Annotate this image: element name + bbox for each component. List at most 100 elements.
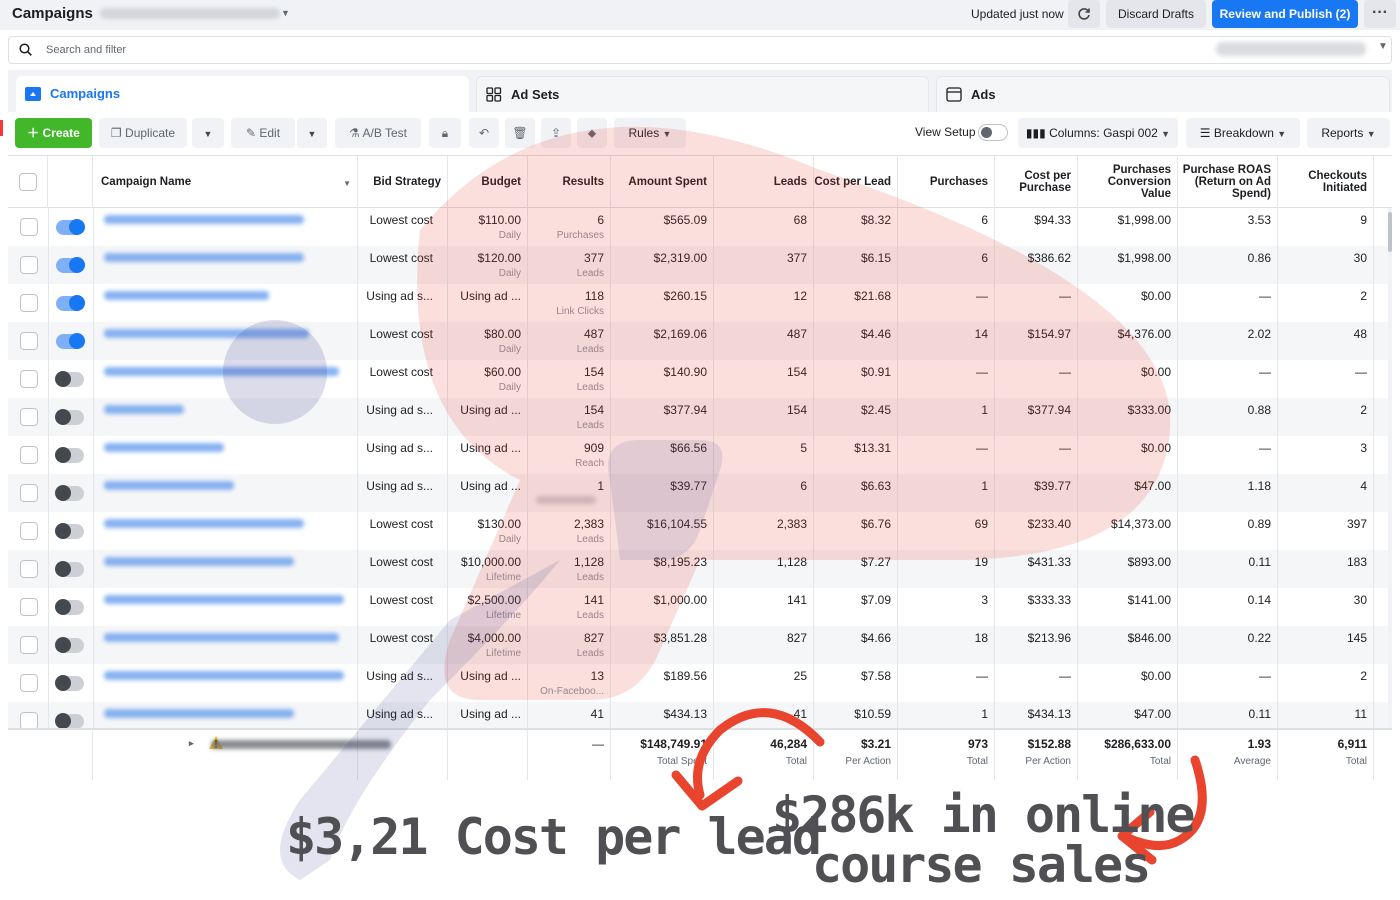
delete-button[interactable]: 🗑︎ bbox=[505, 118, 535, 148]
row-checkbox[interactable] bbox=[20, 332, 38, 350]
campaign-name-link[interactable] bbox=[104, 329, 309, 338]
col-results[interactable]: Results bbox=[528, 156, 611, 208]
table-row[interactable]: Lowest cost $10,000.00 Lifetime 1,128 Leads $… bbox=[8, 550, 1392, 588]
campaign-status-toggle[interactable] bbox=[55, 561, 84, 577]
campaign-name-link[interactable] bbox=[104, 595, 344, 604]
table-row[interactable]: Using ad s... Using ad ... 909 Reach $66.56 5… bbox=[8, 436, 1392, 474]
expand-chevron-icon[interactable]: ▸ bbox=[189, 738, 194, 749]
col-bid-strategy[interactable]: Bid Strategy bbox=[358, 156, 448, 208]
campaign-status-toggle[interactable] bbox=[55, 447, 84, 463]
duplicate-button[interactable]: ❐ Duplicate bbox=[99, 118, 187, 148]
scrollbar-thumb[interactable] bbox=[1388, 212, 1392, 252]
col-checkouts[interactable]: Checkouts Initiated bbox=[1278, 156, 1374, 208]
duplicate-dropdown[interactable]: ▼ bbox=[192, 118, 224, 148]
undo-button[interactable]: ↶ bbox=[469, 118, 499, 148]
campaign-name-link[interactable] bbox=[104, 633, 339, 642]
table-row[interactable]: Lowest cost $120.00 Daily 377 Leads $2,319.00… bbox=[8, 246, 1392, 284]
campaign-status-toggle[interactable] bbox=[55, 675, 84, 691]
tab-campaigns[interactable]: Campaigns bbox=[16, 76, 469, 112]
columns-button[interactable]: ▮▮▮ Columns: Gaspi 002 ▼ bbox=[1018, 118, 1178, 148]
campaign-status-toggle[interactable] bbox=[55, 637, 84, 653]
campaign-status-toggle[interactable] bbox=[55, 599, 84, 615]
scrollbar-track[interactable] bbox=[1388, 208, 1392, 728]
col-cost-per-lead[interactable]: Cost per Lead bbox=[814, 156, 898, 208]
row-checkbox[interactable] bbox=[20, 294, 38, 312]
col-roas[interactable]: Purchase ROAS (Return on Ad Spend) bbox=[1178, 156, 1278, 208]
campaign-name-link[interactable] bbox=[104, 405, 184, 414]
campaign-status-toggle[interactable] bbox=[55, 409, 84, 425]
campaign-name-link[interactable] bbox=[104, 709, 294, 718]
more-options-button[interactable]: ··· bbox=[1364, 0, 1396, 28]
ab-test-button[interactable]: ⚗ A/B Test bbox=[335, 118, 421, 148]
campaign-name-link[interactable] bbox=[104, 291, 269, 300]
select-all-checkbox[interactable] bbox=[19, 173, 37, 191]
table-row[interactable]: Using ad s... Using ad ... 1 $39.77 6 $6.63 1 $… bbox=[8, 474, 1392, 512]
table-row[interactable]: Lowest cost $2,500.00 Lifetime 141 Leads $1,0… bbox=[8, 588, 1392, 626]
table-row[interactable]: Lowest cost $110.00 Daily 6 Purchases $565.09… bbox=[8, 208, 1392, 246]
review-publish-button[interactable]: Review and Publish (2) bbox=[1212, 0, 1358, 28]
col-cost-per-purchase[interactable]: Cost per Purchase bbox=[995, 156, 1078, 208]
col-campaign-name[interactable]: Campaign Name ▼ bbox=[93, 156, 358, 208]
campaign-name-link[interactable] bbox=[104, 481, 234, 490]
tab-ads[interactable]: Ads bbox=[936, 76, 1390, 112]
row-checkbox[interactable] bbox=[20, 598, 38, 616]
table-row[interactable]: Lowest cost $80.00 Daily 487 Leads $2,169.06 4… bbox=[8, 322, 1392, 360]
campaign-status-toggle[interactable] bbox=[56, 295, 85, 311]
campaign-status-toggle[interactable] bbox=[55, 485, 84, 501]
refresh-button[interactable] bbox=[1068, 0, 1100, 28]
campaign-status-toggle[interactable] bbox=[56, 333, 85, 349]
rules-button[interactable]: Rules ▼ bbox=[614, 118, 686, 148]
tab-ad-sets[interactable]: Ad Sets bbox=[476, 76, 929, 112]
lock-button[interactable]: 🔒︎ bbox=[429, 118, 461, 148]
date-chevron-down-icon[interactable]: ▼ bbox=[1378, 41, 1388, 52]
row-checkbox[interactable] bbox=[20, 636, 38, 654]
search-input[interactable]: Search and filter bbox=[46, 44, 126, 56]
table-row[interactable]: Using ad s... Using ad ... 13 On-Faceboo...… bbox=[8, 664, 1392, 702]
row-checkbox[interactable] bbox=[20, 560, 38, 578]
col-budget[interactable]: Budget bbox=[448, 156, 528, 208]
col-leads[interactable]: Leads bbox=[714, 156, 814, 208]
campaign-status-toggle[interactable] bbox=[56, 257, 85, 273]
row-checkbox[interactable] bbox=[20, 484, 38, 502]
campaign-name-link[interactable] bbox=[104, 443, 224, 452]
view-setup-toggle[interactable] bbox=[978, 124, 1008, 141]
breakdown-button[interactable]: ☰ Breakdown ▼ bbox=[1186, 118, 1300, 148]
create-button[interactable]: ＋ Create bbox=[15, 118, 92, 148]
tag-button[interactable]: ⬥ bbox=[577, 118, 607, 148]
campaign-name-link[interactable] bbox=[104, 671, 344, 680]
table-row[interactable]: Lowest cost $60.00 Daily 154 Leads $140.90 154… bbox=[8, 360, 1392, 398]
campaign-status-toggle[interactable] bbox=[55, 713, 84, 729]
campaign-status-toggle[interactable] bbox=[55, 371, 84, 387]
campaign-name-link[interactable] bbox=[104, 215, 304, 224]
campaign-name-link[interactable] bbox=[104, 367, 339, 376]
campaign-status-toggle[interactable] bbox=[55, 523, 84, 539]
discard-drafts-button[interactable]: Discard Drafts bbox=[1106, 0, 1206, 28]
table-row[interactable]: Using ad s... Using ad ... 154 Leads $377.94… bbox=[8, 398, 1392, 436]
row-checkbox[interactable] bbox=[20, 446, 38, 464]
search-bar[interactable]: Search and filter bbox=[8, 36, 1392, 64]
campaign-name-link[interactable] bbox=[104, 557, 294, 566]
row-checkbox[interactable] bbox=[20, 218, 38, 236]
account-selector[interactable] bbox=[100, 8, 280, 19]
export-button[interactable]: ⇪ bbox=[541, 118, 571, 148]
row-checkbox[interactable] bbox=[20, 256, 38, 274]
sort-caret-icon[interactable]: ▼ bbox=[343, 178, 351, 190]
account-chevron-down-icon[interactable]: ▼ bbox=[281, 8, 290, 18]
row-checkbox[interactable] bbox=[20, 408, 38, 426]
row-checkbox[interactable] bbox=[20, 674, 38, 692]
table-row[interactable]: Lowest cost $130.00 Daily 2,383 Leads $16,104… bbox=[8, 512, 1392, 550]
col-conversion-value[interactable]: Purchases Conversion Value bbox=[1078, 156, 1178, 208]
row-checkbox[interactable] bbox=[20, 370, 38, 388]
campaign-name-link[interactable] bbox=[104, 253, 304, 262]
row-checkbox[interactable] bbox=[20, 522, 38, 540]
table-row[interactable]: Lowest cost $4,000.00 Lifetime 827 Leads $3,8… bbox=[8, 626, 1392, 664]
table-row[interactable]: Using ad s... Using ad ... 118 Link Clicks $… bbox=[8, 284, 1392, 322]
campaign-name-link[interactable] bbox=[104, 519, 304, 528]
edit-dropdown[interactable]: ▼ bbox=[297, 118, 327, 148]
date-range-picker[interactable] bbox=[1216, 42, 1366, 56]
edit-button[interactable]: ✎ Edit bbox=[231, 118, 295, 148]
campaign-status-toggle[interactable] bbox=[56, 219, 85, 235]
reports-button[interactable]: Reports ▼ bbox=[1307, 118, 1390, 148]
col-amount-spent[interactable]: Amount Spent bbox=[611, 156, 714, 208]
col-purchases[interactable]: Purchases bbox=[898, 156, 995, 208]
